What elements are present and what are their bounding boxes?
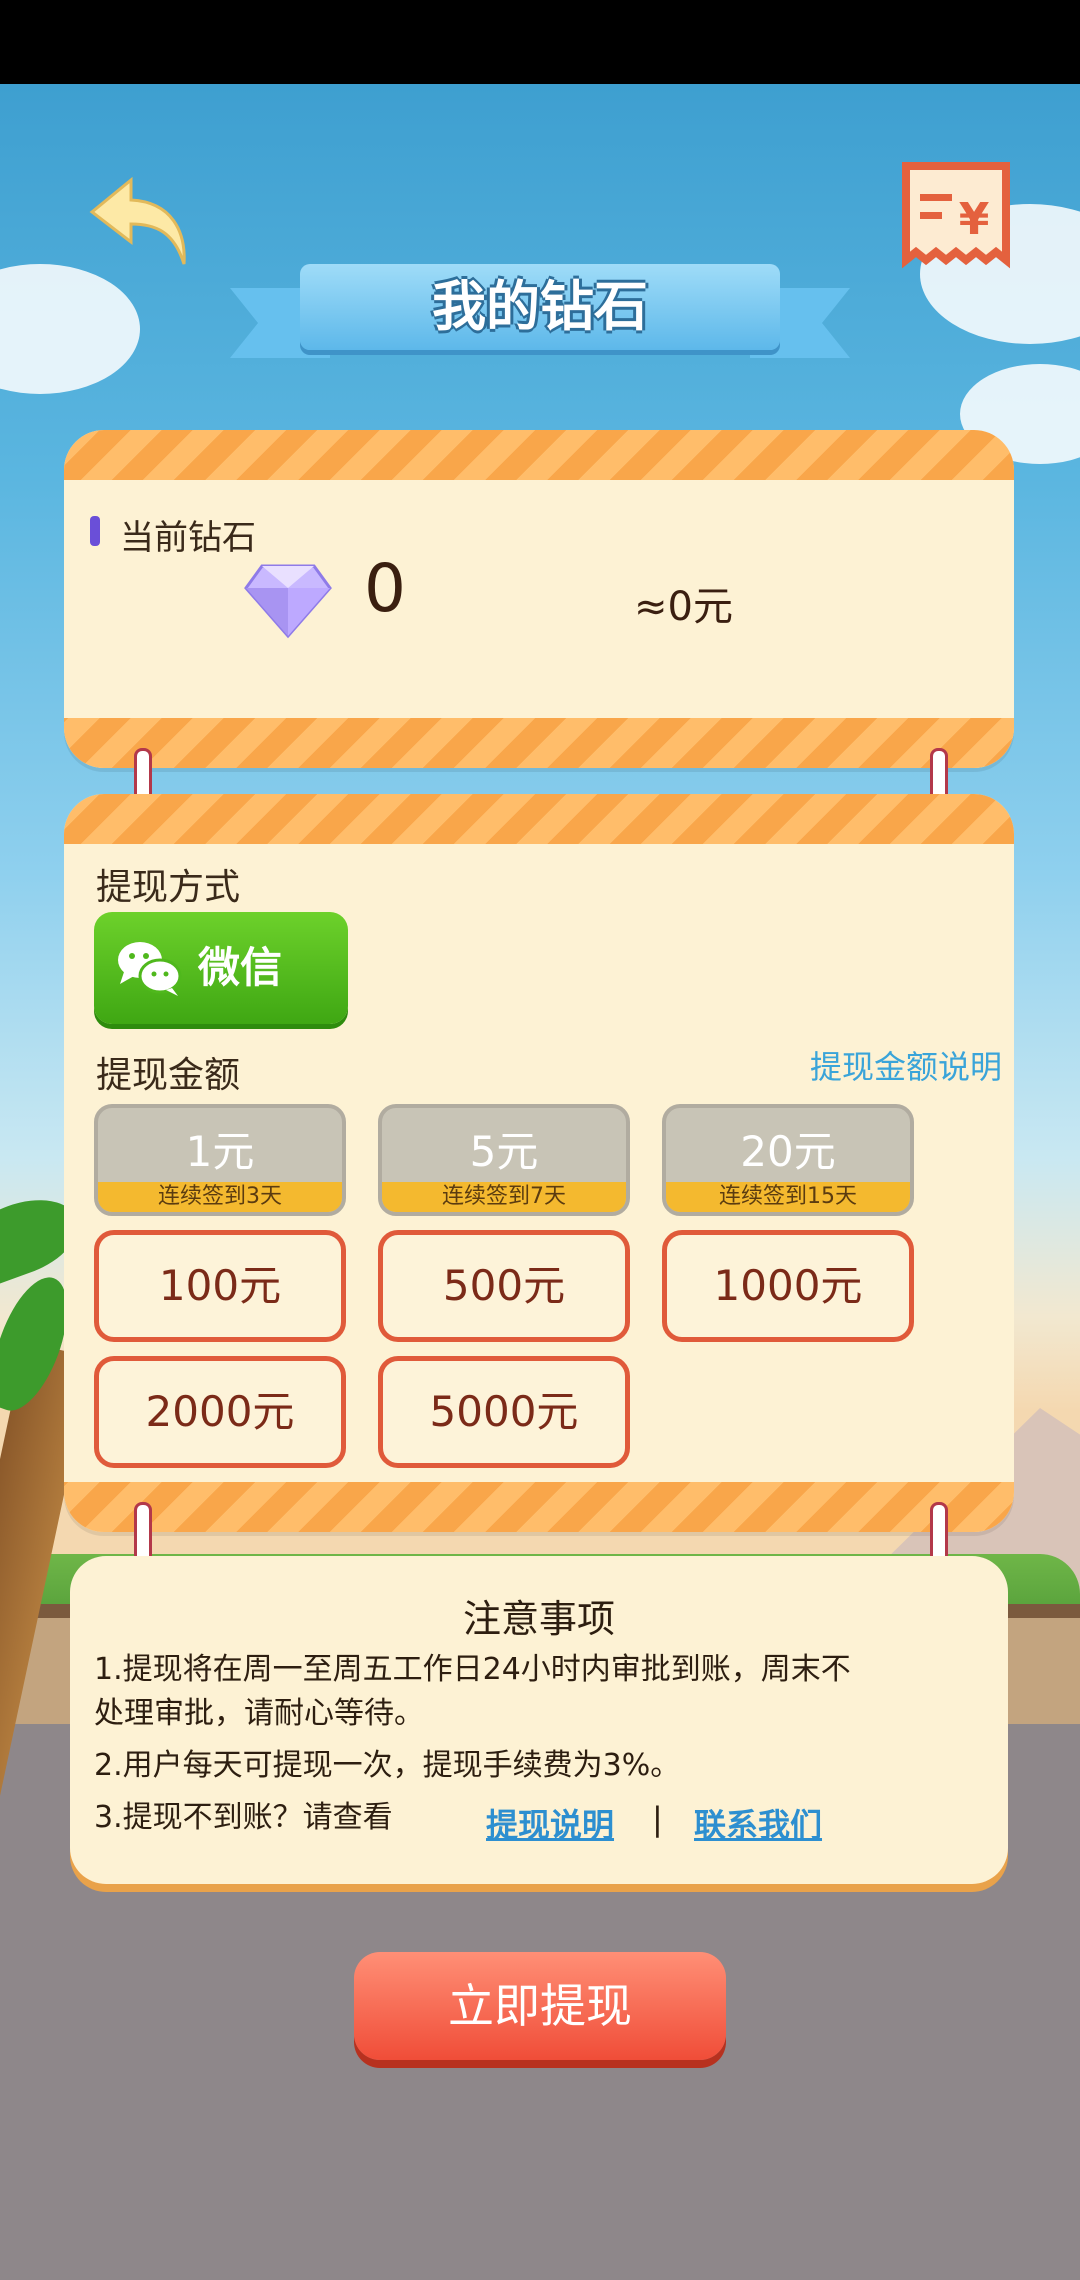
withdraw-amount-label: 提现金额 xyxy=(96,1055,241,1096)
amount-option-1000[interactable]: 1000元 xyxy=(662,1230,914,1342)
contact-us-link[interactable]: 联系我们 xyxy=(694,1800,822,1846)
svg-text:¥: ¥ xyxy=(959,194,990,245)
diamond-label: 当前钻石 xyxy=(120,518,256,558)
status-bar xyxy=(0,0,1080,84)
wechat-method-button[interactable]: 微信 xyxy=(94,912,348,1024)
amount-condition: 连续签到3天 xyxy=(98,1182,342,1212)
amount-option-1[interactable]: 1元 连续签到3天 xyxy=(94,1104,346,1216)
amount-option-5[interactable]: 5元 连续签到7天 xyxy=(378,1104,630,1216)
amount-value: 20元 xyxy=(740,1127,836,1176)
amount-value: 5元 xyxy=(469,1127,539,1176)
amount-option-500[interactable]: 500元 xyxy=(378,1230,630,1342)
amount-value: 1元 xyxy=(185,1127,255,1176)
diamond-card: 当前钻石 0 ≈0元 xyxy=(64,430,1014,768)
amount-option-5000[interactable]: 5000元 xyxy=(378,1356,630,1468)
amount-option-20[interactable]: 20元 连续签到15天 xyxy=(662,1104,914,1216)
notice-line-2: 2.用户每天可提现一次，提现手续费为3%。 xyxy=(94,1748,681,1783)
amount-option-100[interactable]: 100元 xyxy=(94,1230,346,1342)
card-stripe-top xyxy=(64,430,1014,480)
notice-line-3: 3.提现不到账？请查看 xyxy=(94,1800,393,1835)
wechat-icon xyxy=(116,938,182,998)
notice-card: 注意事项 1.提现将在周一至周五工作日24小时内审批到账，周末不 处理审批，请耐… xyxy=(70,1556,1008,1884)
diamond-count: 0 xyxy=(364,550,406,627)
amount-option-2000[interactable]: 2000元 xyxy=(94,1356,346,1468)
notice-line-1a: 1.提现将在周一至周五工作日24小时内审批到账，周末不 xyxy=(94,1652,851,1687)
page-title: 我的钻石 xyxy=(432,275,648,338)
notice-line-1b: 处理审批，请耐心等待。 xyxy=(94,1696,424,1731)
amount-condition: 连续签到15天 xyxy=(666,1182,910,1212)
diamond-cash-value: ≈0元 xyxy=(634,584,733,630)
back-arrow-icon[interactable] xyxy=(86,172,196,272)
withdraw-now-button[interactable]: 立即提现 xyxy=(354,1952,726,2060)
amount-condition: 连续签到7天 xyxy=(382,1182,626,1212)
title-ribbon: 我的钻石 xyxy=(230,254,850,364)
amount-explain-link[interactable]: 提现金额说明 xyxy=(810,1042,1002,1088)
notice-title: 注意事项 xyxy=(462,1597,615,1641)
withdraw-card: 提现方式 微信 提现金额 提现金额说明 1元 连续签到3天 5元 连续签到7天 … xyxy=(64,794,1014,1532)
section-marker xyxy=(90,516,100,546)
withdraw-explain-link[interactable]: 提现说明 xyxy=(486,1800,614,1846)
withdraw-method-label: 提现方式 xyxy=(96,867,241,908)
card-stripe-bottom xyxy=(64,718,1014,768)
link-separator: | xyxy=(652,1800,663,1838)
receipt-yen-icon[interactable]: ¥ xyxy=(900,160,1012,270)
wechat-label: 微信 xyxy=(198,943,283,992)
diamond-icon xyxy=(244,560,332,640)
card-stripe-bottom xyxy=(64,1482,1014,1532)
card-stripe-top xyxy=(64,794,1014,844)
